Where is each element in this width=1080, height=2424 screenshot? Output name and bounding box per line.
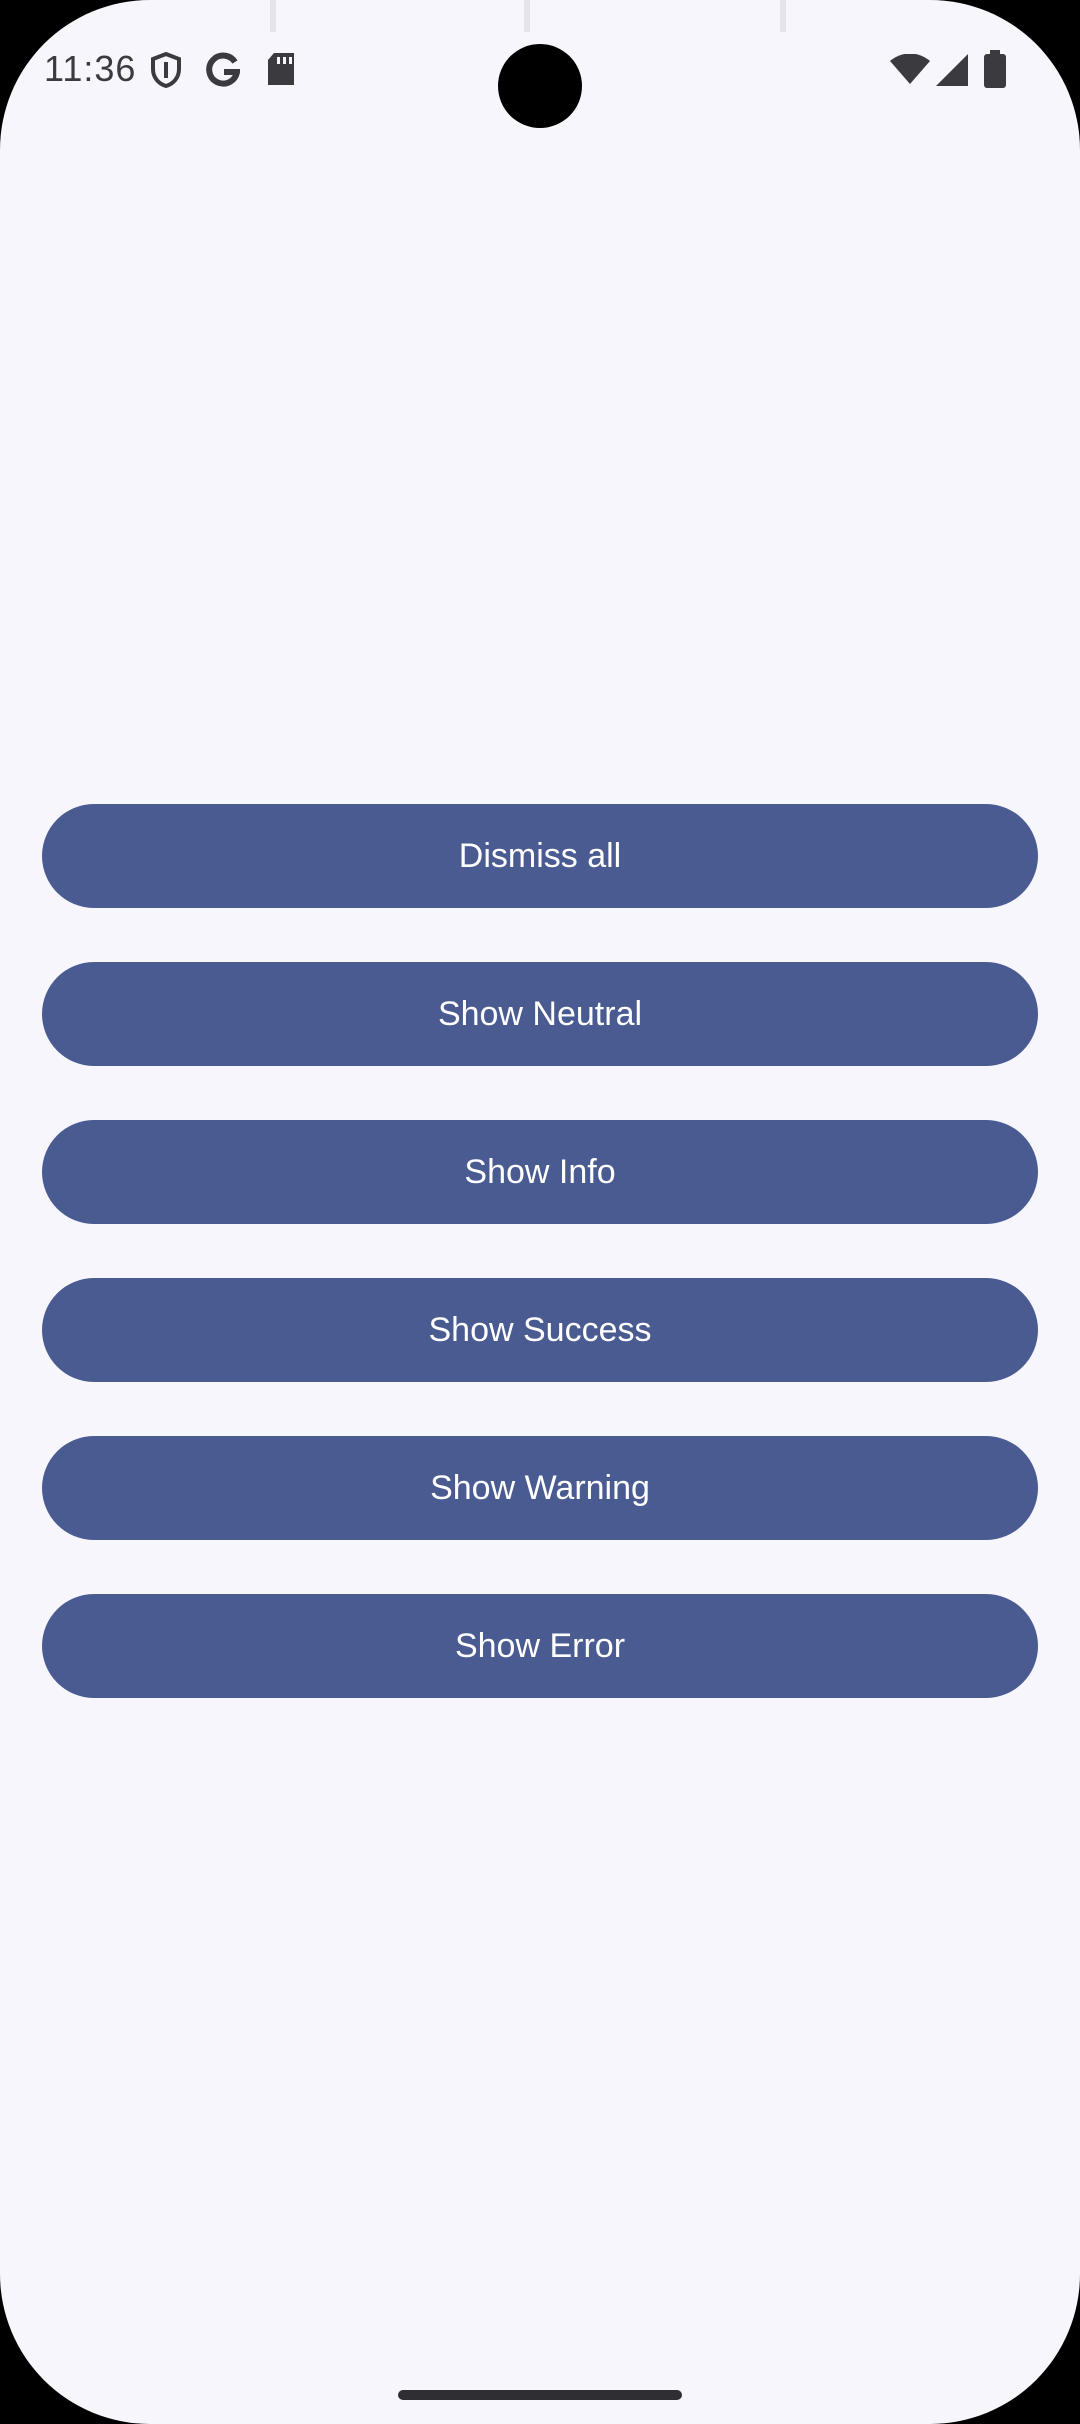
show-info-button[interactable]: Show Info xyxy=(42,1120,1038,1224)
gesture-nav-handle[interactable] xyxy=(398,2390,682,2400)
front-camera xyxy=(498,44,582,128)
show-success-button[interactable]: Show Success xyxy=(42,1278,1038,1382)
wifi-icon xyxy=(890,53,930,89)
vpn-shield-icon xyxy=(150,51,182,93)
google-icon xyxy=(206,52,241,93)
cell-signal-icon xyxy=(936,54,968,91)
sd-card-icon xyxy=(266,52,296,91)
status-bar: 11:36 xyxy=(0,0,1080,140)
battery-icon xyxy=(984,50,1006,93)
show-neutral-button[interactable]: Show Neutral xyxy=(42,962,1038,1066)
button-list: Dismiss all Show Neutral Show Info Show … xyxy=(42,804,1038,1752)
show-error-button[interactable]: Show Error xyxy=(42,1594,1038,1698)
status-time: 11:36 xyxy=(44,48,137,89)
show-warning-button[interactable]: Show Warning xyxy=(42,1436,1038,1540)
dismiss-all-button[interactable]: Dismiss all xyxy=(42,804,1038,908)
app-screen: 11:36 Dismiss all Show Neutral Show Info… xyxy=(0,0,1080,2424)
